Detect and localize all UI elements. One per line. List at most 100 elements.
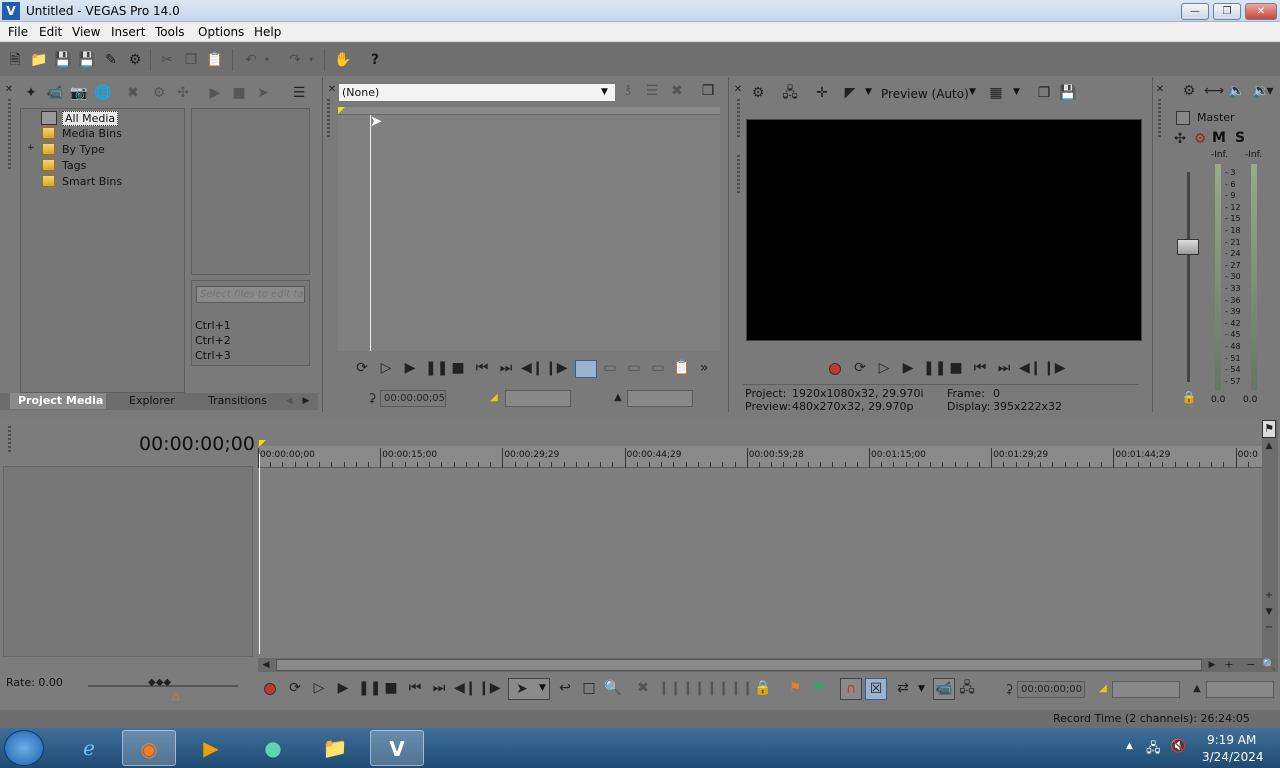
trimmer-options-icon[interactable]: ❐	[699, 83, 717, 99]
panel-close-icon[interactable]: ✕	[732, 82, 744, 98]
redo-icon[interactable]: ↷	[286, 51, 304, 69]
tree-item-tags[interactable]: Tags	[62, 159, 86, 172]
tab-scroll-left-icon[interactable]: ◀	[282, 393, 296, 409]
panel-close-icon[interactable]: ✕	[3, 82, 15, 98]
preview-quality-chevron-icon[interactable]: ▼	[969, 87, 976, 97]
network-icon[interactable]: 🖧	[1146, 739, 1161, 761]
trimmer-fit-icon[interactable]: ▭	[649, 360, 667, 376]
timeline-ruler[interactable]: 00:00:00;00 00:00:15;00 00:00:29;29 00:00:4…	[258, 446, 1262, 468]
trimmer-add-to-timeline-button[interactable]	[575, 360, 597, 378]
trimmer-region-field[interactable]	[627, 390, 693, 407]
preview-loop-icon[interactable]: ⟳	[851, 360, 869, 376]
views-icon[interactable]: ☰	[290, 85, 308, 101]
file-explorer-icon[interactable]: 📁	[308, 730, 362, 766]
internet-explorer-icon[interactable]: ℯ	[62, 730, 116, 766]
timeline-play-from-start-icon[interactable]: ▷	[310, 680, 328, 696]
ripple-dropdown-icon[interactable]: ▼	[918, 684, 925, 694]
media-properties-icon[interactable]: ⚙	[150, 85, 168, 101]
timeline-timecode-field[interactable]	[1017, 681, 1085, 698]
menu-file[interactable]: File	[8, 25, 28, 39]
timeline-next-frame-icon[interactable]: ❙▶	[478, 680, 501, 696]
preview-quality-dropdown[interactable]: Preview (Auto)	[881, 87, 969, 101]
edit-tool-dropdown[interactable]: ➤ ▼	[508, 678, 550, 700]
trimmer-insert-icon[interactable]: ▭	[625, 360, 643, 376]
trimmer-media-dropdown[interactable]: (None) ▼	[338, 83, 616, 102]
master-checkbox[interactable]	[1176, 111, 1190, 125]
timeline-go-start-icon[interactable]: ⏮	[406, 680, 424, 696]
chat-app-icon[interactable]: ●	[246, 730, 300, 766]
tab-project-media[interactable]: Project Media	[10, 393, 106, 409]
mute-button[interactable]: M	[1212, 130, 1226, 146]
clear-trimmer-icon[interactable]: ✖	[668, 83, 686, 99]
tab-transitions[interactable]: Transitions	[208, 393, 278, 409]
delete-icon[interactable]: ✖	[634, 680, 652, 696]
tab-scroll-right-icon[interactable]: ▶	[299, 393, 313, 409]
record-icon[interactable]	[829, 363, 841, 375]
stop-preview-icon[interactable]: ■	[230, 85, 248, 101]
trimmer-next-frame-icon[interactable]: ❙▶	[545, 360, 568, 376]
track-area[interactable]	[258, 468, 1262, 658]
scroll-up-icon[interactable]: ▲	[1262, 438, 1276, 454]
zoom-out-vertical-icon[interactable]: −	[1262, 620, 1276, 636]
firefox-icon[interactable]: ◉	[122, 730, 176, 766]
menu-options[interactable]: Options	[198, 25, 244, 39]
new-file-icon[interactable]: 🗎	[6, 51, 24, 69]
menu-view[interactable]: View	[72, 25, 100, 39]
split-icon[interactable]: ❙❙	[730, 680, 753, 696]
save-icon[interactable]: 💾	[54, 51, 72, 69]
menu-insert[interactable]: Insert	[111, 25, 145, 39]
render-as-icon[interactable]: ✎	[102, 51, 120, 69]
tray-expand-icon[interactable]: ▲	[1126, 741, 1133, 751]
mixer-properties-gear-icon[interactable]: ⚙	[1180, 83, 1198, 99]
trimmer-play-from-start-icon[interactable]: ▷	[377, 360, 395, 376]
panel-close-icon[interactable]: ✕	[1154, 82, 1166, 98]
cut-icon[interactable]: ✂	[158, 51, 176, 69]
properties-gear-icon[interactable]: ⚙	[126, 51, 144, 69]
preview-properties-gear-icon[interactable]: ⚙	[749, 85, 767, 101]
trim-icon[interactable]: ❙❙	[658, 680, 681, 696]
tree-item-by-type[interactable]: By Type	[62, 143, 105, 156]
open-folder-icon[interactable]: 📁	[30, 51, 48, 69]
trimmer-pause-icon[interactable]: ❚❚	[425, 360, 448, 376]
insert-region-icon[interactable]: ⚑	[810, 680, 828, 696]
interactive-tutorial-icon[interactable]: ✋	[334, 51, 352, 69]
spellcheck-icon[interactable]: ℥	[619, 83, 637, 99]
menu-edit[interactable]: Edit	[39, 25, 62, 39]
solo-button[interactable]: S	[1235, 130, 1245, 146]
copy-snapshot-icon[interactable]: ❐	[1035, 85, 1053, 101]
timeline-go-end-icon[interactable]: ⏭	[430, 680, 448, 696]
zoom-edit-tool-icon[interactable]: 🔍	[604, 680, 622, 696]
close-button[interactable]: ✕	[1245, 3, 1277, 20]
start-button[interactable]	[4, 730, 44, 766]
minimize-button[interactable]: —	[1181, 3, 1209, 20]
clock-date[interactable]: 3/24/2024	[1202, 750, 1264, 764]
media-list[interactable]	[191, 108, 310, 275]
trimmer-timeline[interactable]	[338, 115, 720, 351]
tag-input[interactable]	[196, 286, 305, 303]
tab-explorer[interactable]: Explorer	[129, 393, 189, 409]
zoom-in-vertical-icon[interactable]: +	[1262, 588, 1276, 604]
fx-icon[interactable]: ✣	[1171, 131, 1189, 147]
overlays-dropdown-icon[interactable]: ▼	[1013, 87, 1020, 97]
lock-icon[interactable]: 🔒	[1180, 389, 1198, 405]
trimmer-clipboard-icon[interactable]: 📋	[673, 360, 691, 376]
start-preview-icon[interactable]: ▶	[206, 85, 224, 101]
preview-play-icon[interactable]: ▶	[899, 360, 917, 376]
video-preview-screen[interactable]	[746, 119, 1142, 341]
trimmer-list-icon[interactable]: ☰	[643, 83, 661, 99]
insert-marker-icon[interactable]: ⚑	[786, 680, 804, 696]
capture-video-icon[interactable]: 📹	[46, 85, 64, 101]
trimmer-go-end-icon[interactable]: ⏭	[497, 360, 515, 376]
timeline-pause-icon[interactable]: ❚❚	[358, 680, 381, 696]
trimmer-prev-frame-icon[interactable]: ◀❙	[521, 360, 544, 376]
copy-icon[interactable]: ❐	[182, 51, 200, 69]
paste-icon[interactable]: 📋	[206, 51, 224, 69]
remove-media-icon[interactable]: ✖	[124, 85, 142, 101]
trimmer-loop-icon[interactable]: ⟳	[353, 360, 371, 376]
scroll-left-icon[interactable]: ◀	[260, 657, 272, 673]
undo-dropdown-icon[interactable]: ▾	[262, 51, 272, 69]
menu-help[interactable]: Help	[254, 25, 281, 39]
track-list[interactable]	[3, 466, 253, 657]
expand-plus-icon[interactable]: +	[27, 143, 35, 153]
auto-preview-icon[interactable]: ➤	[254, 85, 272, 101]
